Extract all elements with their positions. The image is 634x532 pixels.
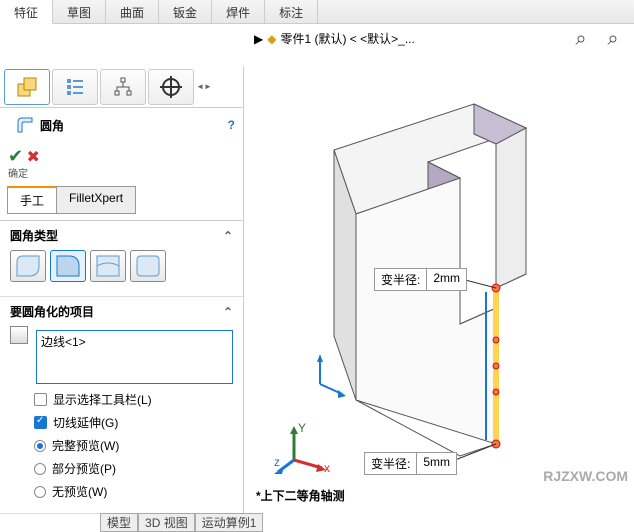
- fillet-type-1[interactable]: [10, 250, 46, 282]
- panel-title: 圆角: [40, 117, 64, 134]
- selection-list[interactable]: 边线<1>: [36, 330, 233, 384]
- help-icon[interactable]: ?: [228, 118, 235, 132]
- part-icon: ◆: [267, 32, 276, 46]
- watermark: RJZXW.COM: [543, 468, 628, 484]
- label-show-toolbar: 显示选择工具栏(L): [53, 391, 152, 408]
- breadcrumb-part: 零件1 (默认) < <默认>_...: [280, 30, 414, 47]
- check-show-toolbar[interactable]: [34, 393, 47, 406]
- breadcrumb[interactable]: ▶ ◆ 零件1 (默认) < <默认>_...: [254, 30, 415, 47]
- toolbar-more[interactable]: ◄►: [196, 82, 212, 91]
- tab-sheetmetal[interactable]: 钣金: [159, 0, 212, 23]
- view-label: *上下二等角轴测: [256, 487, 345, 504]
- btab-model[interactable]: 模型: [100, 513, 138, 532]
- items-label: 要圆角化的项目: [10, 303, 94, 320]
- tab-annotate[interactable]: 标注: [265, 0, 318, 23]
- fillet-type-4[interactable]: [130, 250, 166, 282]
- label-tangent: 切线延伸(G): [53, 414, 118, 431]
- property-panel: ◄► 圆角 ? ✔ ✖ 确定 手工 FilletXpert 圆角类型 ⌃ 要圆角化…: [0, 66, 244, 520]
- subtab-xpert[interactable]: FilletXpert: [56, 186, 136, 214]
- viewport[interactable]: ▶ ◆ 零件1 (默认) < <默认>_... ⌕ ⌕: [244, 24, 634, 520]
- selection-item[interactable]: 边线<1>: [41, 333, 228, 350]
- hierarchy-button[interactable]: [100, 69, 146, 105]
- main-tabs: 特征 草图 曲面 钣金 焊件 标注: [0, 0, 634, 24]
- axis-x: x: [324, 461, 330, 475]
- target-button[interactable]: [148, 69, 194, 105]
- btab-motion[interactable]: 运动算例1: [195, 513, 264, 532]
- cancel-button[interactable]: ✖: [26, 149, 39, 166]
- collapse-type-icon[interactable]: ⌃: [223, 229, 233, 243]
- callout-bottom-label: 变半径:: [365, 453, 417, 474]
- axis-y: Y: [298, 421, 306, 435]
- callout-bottom[interactable]: 变半径: 5mm: [364, 452, 457, 475]
- zoom-fit-button[interactable]: ⌕: [568, 26, 594, 52]
- fillet-type-2[interactable]: [50, 250, 86, 282]
- label-no-preview: 无预览(W): [52, 483, 107, 500]
- edge-icon: [10, 326, 28, 344]
- radio-no-preview[interactable]: [34, 486, 46, 498]
- tab-feature[interactable]: 特征: [0, 0, 53, 24]
- bottom-tabs: 模型 3D 视图 运动算例1: [100, 513, 263, 532]
- tab-sketch[interactable]: 草图: [53, 0, 106, 23]
- fillet-icon: [16, 116, 34, 134]
- btab-3dview[interactable]: 3D 视图: [138, 513, 195, 532]
- feature-tree-button[interactable]: [4, 69, 50, 105]
- zoom-area-button[interactable]: ⌕: [600, 26, 626, 52]
- label-full-preview: 完整预览(W): [52, 437, 119, 454]
- ok-button[interactable]: ✔: [8, 146, 23, 166]
- breadcrumb-arrow-icon: ▶: [254, 32, 263, 46]
- callout-bottom-value[interactable]: 5mm: [417, 453, 456, 474]
- callout-top-label: 变半径:: [375, 269, 427, 290]
- collapse-items-icon[interactable]: ⌃: [223, 305, 233, 319]
- fillet-type-3[interactable]: [90, 250, 126, 282]
- panel-title-row: 圆角: [8, 110, 72, 140]
- axis-z: z: [274, 455, 280, 469]
- check-tangent[interactable]: [34, 416, 47, 429]
- radio-partial-preview[interactable]: [34, 463, 46, 475]
- fillet-type-label: 圆角类型: [10, 227, 58, 244]
- panel-toolbar: ◄►: [0, 66, 243, 108]
- tab-surface[interactable]: 曲面: [106, 0, 159, 23]
- tab-weld[interactable]: 焊件: [212, 0, 265, 23]
- view-triad[interactable]: Y x z: [274, 420, 334, 480]
- callout-top-value[interactable]: 2mm: [427, 269, 466, 290]
- confirm-label: 确定: [8, 165, 40, 180]
- radio-full-preview[interactable]: [34, 440, 46, 452]
- callout-top[interactable]: 变半径: 2mm: [374, 268, 467, 291]
- subtab-manual[interactable]: 手工: [7, 186, 57, 214]
- fillet-type-row: [10, 250, 233, 282]
- label-partial-preview: 部分预览(P): [52, 460, 116, 477]
- list-button[interactable]: [52, 69, 98, 105]
